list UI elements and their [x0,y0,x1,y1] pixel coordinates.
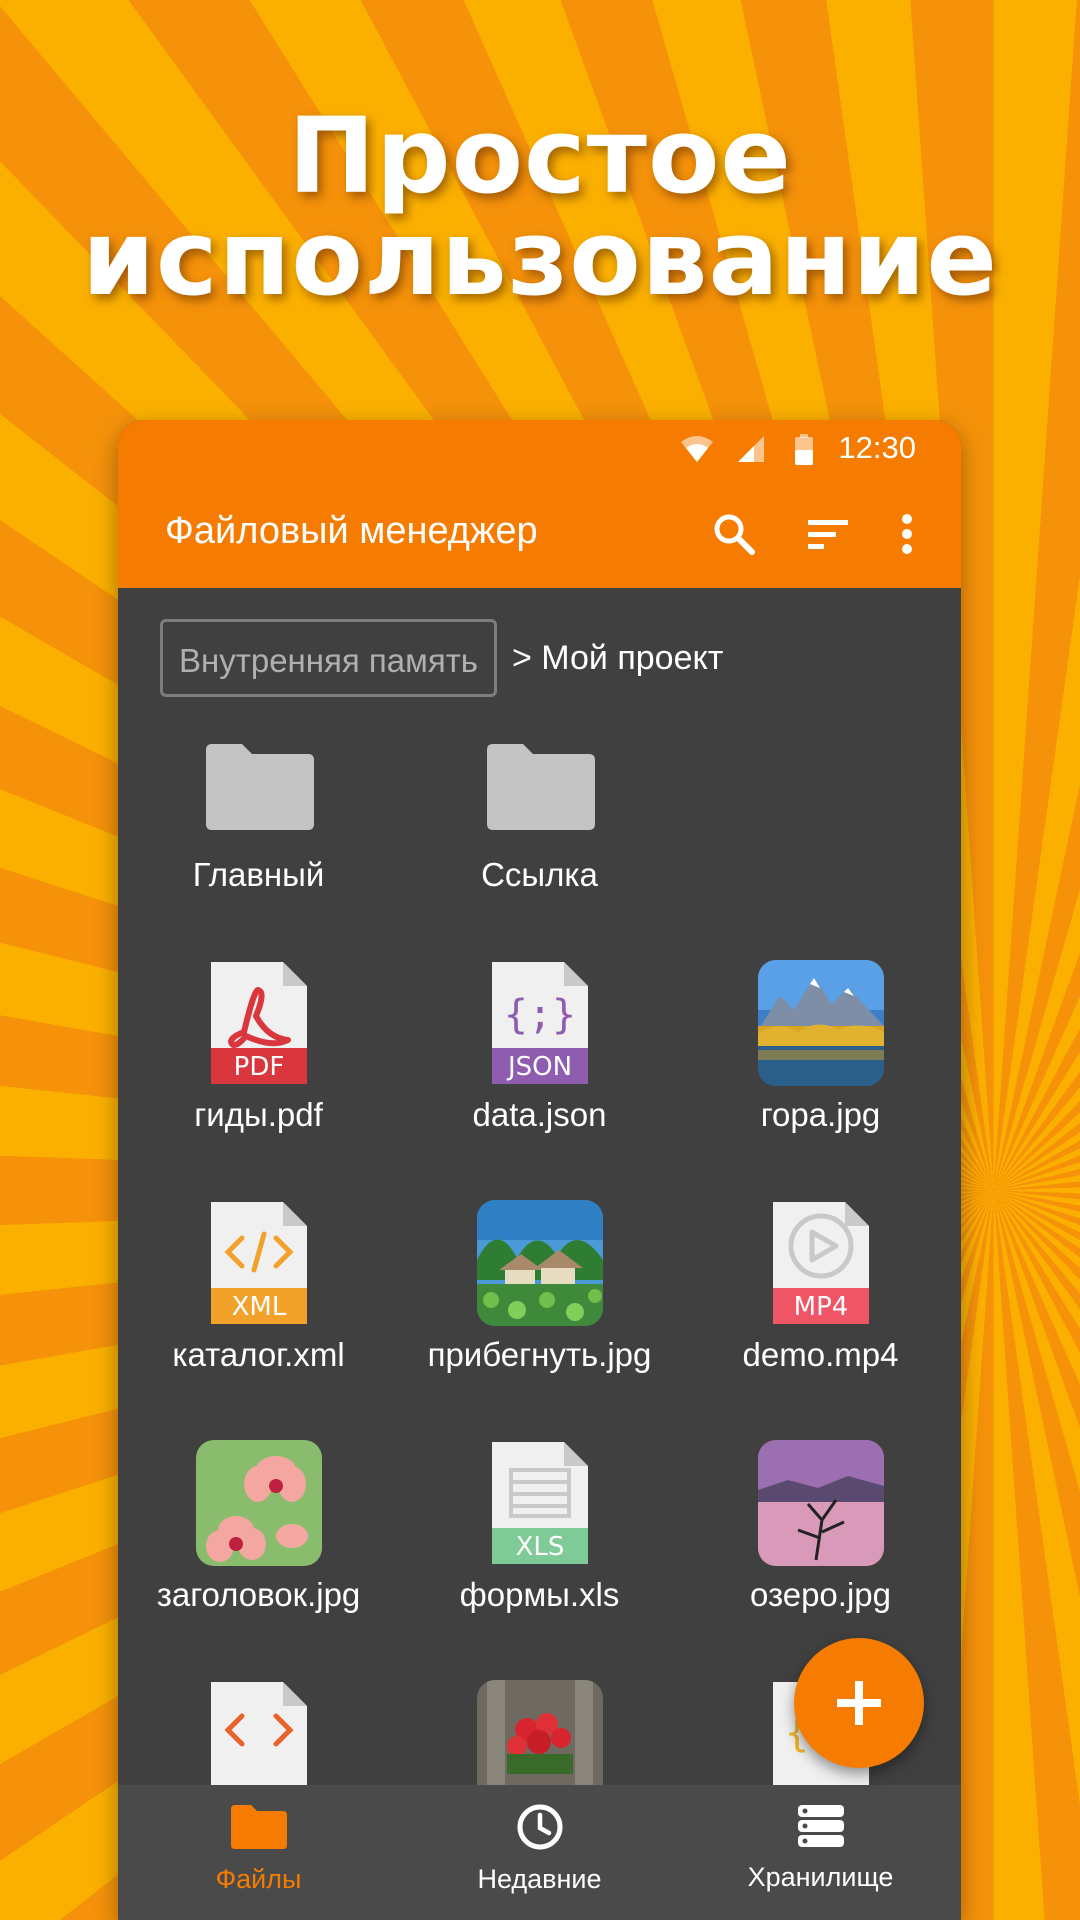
pdf-icon: PDF [211,962,307,1084]
plus-icon [837,1681,881,1725]
nav-storage-label: Хранилище [747,1862,894,1892]
file-name: прибегнуть.jpg [427,1336,652,1373]
storage-icon [797,1805,844,1847]
folder-icon [206,744,314,830]
xls-badge: XLS [516,1532,565,1562]
status-time: 12:30 [838,430,916,465]
pdf-badge: PDF [234,1052,285,1082]
mountain-image-thumbnail [758,960,884,1086]
status-bar: 12:30 [118,420,961,480]
breadcrumb-current: > Мой проект [512,638,724,677]
lake-image-thumbnail [758,1440,884,1566]
signal-icon [738,436,764,462]
orchid-image-thumbnail [196,1440,322,1566]
file-name: формы.xls [459,1576,620,1613]
breadcrumb-root[interactable]: Внутренняя память [160,619,497,697]
wifi-icon [681,436,713,462]
file-name: demo.mp4 [742,1336,899,1373]
file-name: data.json [472,1096,607,1133]
nav-recent[interactable]: Недавние [399,1803,680,1895]
file-name: озеро.jpg [749,1576,891,1613]
headline-line-1: Простое [288,95,792,217]
file-item[interactable]: Главный [118,720,399,960]
nav-recent-label: Недавние [477,1864,602,1894]
nav-storage[interactable]: Хранилище [680,1803,961,1893]
xls-icon: XLS [492,1442,588,1564]
file-name: Главный [192,856,325,893]
clock-icon [517,1804,562,1850]
sort-button[interactable] [800,506,856,562]
bottom-navigation: Файлы Недавние Хранилище [118,1785,961,1920]
file-item[interactable]: гора.jpg [680,960,961,1200]
mp4-badge: MP4 [794,1292,849,1322]
xml-badge: XML [232,1292,287,1322]
mp4-icon: MP4 [773,1202,869,1324]
add-button[interactable] [794,1638,924,1768]
breadcrumb: Внутренняя память > Мой проект [160,618,723,698]
app-bar: Файловый менеджер [118,480,961,588]
xml-icon: XML [211,1202,307,1324]
file-item[interactable]: XML каталог.xml [118,1200,399,1440]
file-item[interactable]: PDF гиды.pdf [118,960,399,1200]
file-name: заголовок.jpg [156,1576,361,1613]
folder-icon [230,1805,287,1849]
more-vert-icon [902,514,912,554]
more-options-button[interactable] [879,506,935,562]
sort-icon [808,520,848,549]
json-icon: {;} JSON [492,962,588,1084]
file-item[interactable]: MP4 demo.mp4 [680,1200,961,1440]
search-button[interactable] [706,506,762,562]
json-badge: JSON [506,1052,572,1082]
file-name: гиды.pdf [194,1096,323,1133]
file-item[interactable]: прибегнуть.jpg [399,1200,680,1440]
file-name: гора.jpg [760,1096,881,1133]
resort-image-thumbnail [477,1200,603,1326]
file-item[interactable]: озеро.jpg [680,1440,961,1680]
search-icon [714,514,755,555]
app-title: Файловый менеджер [165,510,538,552]
battery-icon [795,434,813,465]
folder-icon [487,744,595,830]
file-name: каталог.xml [172,1336,345,1373]
file-item[interactable]: XLS формы.xls [399,1440,680,1680]
nav-files-label: Файлы [215,1864,302,1894]
file-name: Ссылка [481,856,598,893]
file-item[interactable]: {;} JSON data.json [399,960,680,1200]
headline: Простое использование [0,95,1080,319]
nav-files[interactable]: Файлы [118,1803,399,1895]
file-item[interactable]: заголовок.jpg [118,1440,399,1680]
file-item[interactable]: Ссылка [399,720,680,960]
headline-line-2: использование [82,197,998,319]
svg-text:{;}: {;} [504,992,576,1038]
